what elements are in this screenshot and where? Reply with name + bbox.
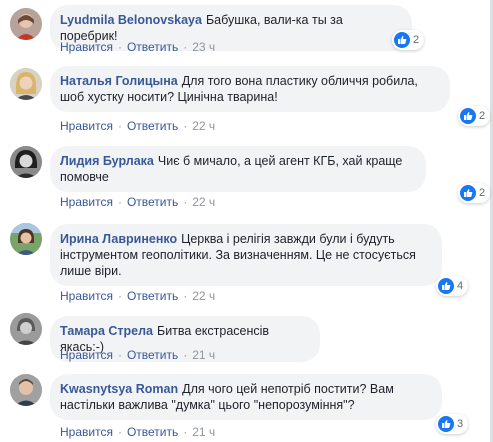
comment-author[interactable]: Лидия Бурлака: [60, 154, 154, 168]
separator: ·: [183, 119, 188, 133]
reaction-number: 2: [479, 110, 486, 122]
separator: ·: [183, 425, 188, 439]
separator: ·: [183, 348, 188, 362]
timestamp[interactable]: 23 ч: [192, 40, 215, 54]
woman-gray-photo-avatar-icon: [10, 313, 42, 345]
like-button[interactable]: Нравится: [60, 348, 113, 362]
comment-bubble: Лидия Бурлака Чиє б мичало, а цей агент К…: [50, 146, 426, 192]
separator: ·: [117, 119, 122, 133]
reaction-number: 2: [413, 34, 420, 46]
separator: ·: [183, 195, 188, 209]
comment-author[interactable]: Тамара Стрела: [60, 324, 153, 338]
like-button[interactable]: Нравится: [60, 425, 113, 439]
like-button[interactable]: Нравится: [60, 195, 113, 209]
avatar[interactable]: [10, 374, 42, 406]
like-button[interactable]: Нравится: [60, 119, 113, 133]
woman-blonde-photo-avatar-icon: [10, 68, 42, 100]
avatar[interactable]: [10, 8, 42, 40]
avatar[interactable]: [10, 68, 42, 100]
comment-bubble: Наталья Голицына Для того вона пластику о…: [50, 66, 450, 112]
woman-photo-avatar-icon: [10, 8, 42, 40]
like-button[interactable]: Нравится: [60, 40, 113, 54]
separator: ·: [183, 289, 188, 303]
comment-bubble: Ирина Лавриненко Церква і релігія завжди …: [50, 224, 442, 286]
reaction-number: 2: [479, 187, 486, 199]
comment-author[interactable]: Lyudmila Belonovskaya: [60, 13, 202, 27]
like-icon: [460, 185, 476, 201]
like-icon: [438, 416, 454, 432]
reply-button[interactable]: Ответить: [127, 348, 178, 362]
avatar[interactable]: [10, 146, 42, 178]
reply-button[interactable]: Ответить: [127, 119, 178, 133]
timestamp[interactable]: 21 ч: [192, 425, 215, 439]
reply-button[interactable]: Ответить: [127, 425, 178, 439]
comment-actions: Нравится · Ответить · 22 ч: [60, 195, 215, 209]
reaction-number: 4: [457, 280, 464, 292]
comment-actions: Нравится · Ответить · 22 ч: [60, 119, 215, 133]
reaction-count[interactable]: 4: [436, 276, 469, 296]
like-button[interactable]: Нравится: [60, 289, 113, 303]
separator: ·: [117, 348, 122, 362]
reaction-number: 3: [457, 418, 464, 430]
reaction-count[interactable]: 2: [458, 183, 491, 203]
timestamp[interactable]: 22 ч: [192, 119, 215, 133]
comment-author[interactable]: Ирина Лавриненко: [60, 232, 177, 246]
timestamp[interactable]: 22 ч: [192, 195, 215, 209]
reaction-count[interactable]: 3: [436, 414, 469, 434]
separator: ·: [117, 425, 122, 439]
comment-bubble: Kwasnytsya Roman Для чого цей непотріб по…: [50, 374, 442, 420]
comment-author[interactable]: Наталья Голицына: [60, 74, 178, 88]
man-photo-avatar-icon: [10, 374, 42, 406]
timestamp[interactable]: 22 ч: [192, 289, 215, 303]
comment-actions: Нравится · Ответить · 21 ч: [60, 348, 215, 362]
like-icon: [394, 32, 410, 48]
separator: ·: [117, 195, 122, 209]
woman-dark-hair-photo-avatar-icon: [10, 146, 42, 178]
reply-button[interactable]: Ответить: [127, 195, 178, 209]
reaction-count[interactable]: 2: [392, 30, 425, 50]
comment-actions: Нравится · Ответить · 23 ч: [60, 40, 215, 54]
separator: ·: [117, 289, 122, 303]
separator: ·: [117, 40, 122, 54]
woman-outdoor-photo-avatar-icon: [10, 223, 42, 255]
comment-actions: Нравится · Ответить · 22 ч: [60, 289, 215, 303]
comment-author[interactable]: Kwasnytsya Roman: [60, 382, 178, 396]
avatar[interactable]: [10, 313, 42, 345]
timestamp[interactable]: 21 ч: [192, 348, 215, 362]
avatar[interactable]: [10, 223, 42, 255]
reaction-count[interactable]: 2: [458, 106, 491, 126]
separator: ·: [183, 40, 188, 54]
comment-actions: Нравится · Ответить · 21 ч: [60, 425, 215, 439]
reply-button[interactable]: Ответить: [127, 289, 178, 303]
reply-button[interactable]: Ответить: [127, 40, 178, 54]
like-icon: [438, 278, 454, 294]
like-icon: [460, 108, 476, 124]
